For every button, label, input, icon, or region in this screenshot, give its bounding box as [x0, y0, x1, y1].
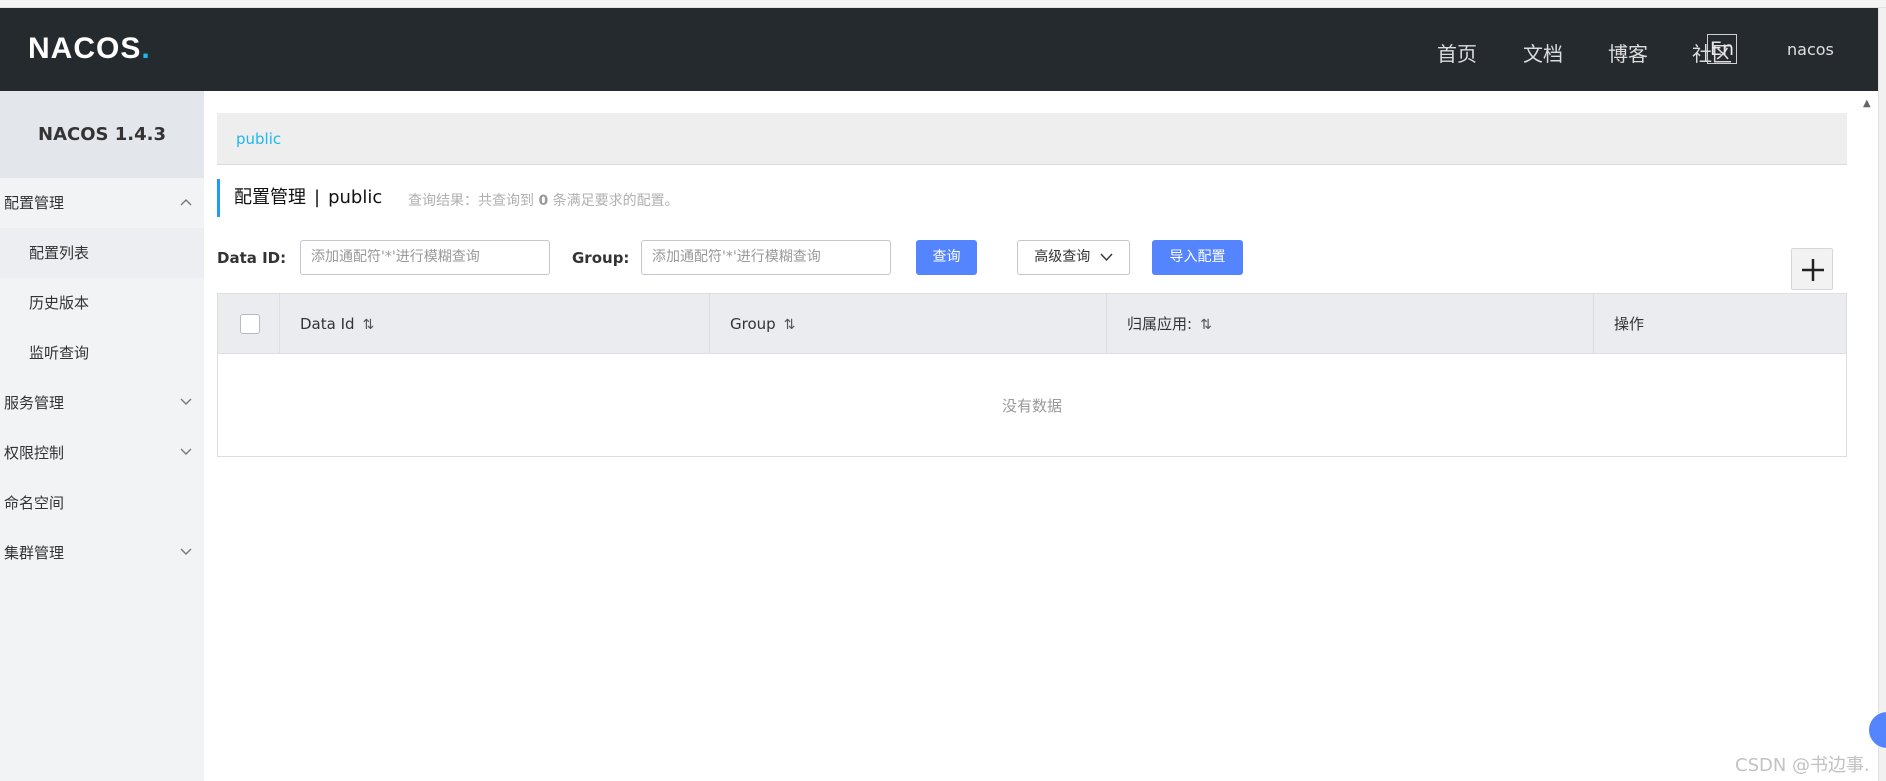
sort-icon[interactable]: ⇅ [363, 317, 375, 333]
language-toggle[interactable]: En [1707, 34, 1737, 64]
nacos-logo[interactable]: NACOS. [28, 32, 151, 66]
advanced-query-button[interactable]: 高级查询 [1017, 240, 1130, 275]
chevron-down-icon [180, 548, 192, 555]
menu-group-label: 集群管理 [4, 544, 65, 562]
menu-namespace[interactable]: 命名空间 [0, 478, 204, 528]
column-label: Group [730, 315, 776, 333]
filter-row: Data ID: 添加通配符'*'进行模糊查询 Group: 添加通配符'*'进… [217, 239, 1847, 279]
chevron-down-icon [180, 398, 192, 405]
chevron-down-icon [180, 448, 192, 455]
sidebar-item-config-list[interactable]: 配置列表 [0, 228, 204, 278]
column-label: 操作 [1614, 315, 1645, 333]
menu-permission-control[interactable]: 权限控制 [0, 428, 204, 478]
sidebar-title: NACOS 1.4.3 [0, 91, 204, 178]
title-separator: | [314, 187, 321, 208]
page-title-text: 配置管理 [234, 187, 306, 208]
nav-home[interactable]: 首页 [1437, 38, 1477, 67]
sort-icon[interactable]: ⇅ [784, 317, 796, 333]
menu-cluster-management[interactable]: 集群管理 [0, 528, 204, 578]
plus-icon [1802, 259, 1824, 281]
nav-blog[interactable]: 博客 [1608, 38, 1648, 67]
page-title: 配置管理 | public 查询结果：共查询到 0 条满足要求的配置。 [217, 179, 1617, 217]
browser-top-strip [0, 0, 1886, 8]
sidebar-item-history[interactable]: 历史版本 [0, 278, 204, 328]
page-scrollbar[interactable] [1878, 8, 1886, 781]
column-actions: 操作 [1594, 294, 1846, 354]
data-id-input[interactable]: 添加通配符'*'进行模糊查询 [300, 240, 550, 275]
namespace-tab-public[interactable]: public [236, 130, 281, 148]
query-result-text: 查询结果：共查询到 0 条满足要求的配置。 [408, 193, 679, 209]
advanced-query-label: 高级查询 [1034, 249, 1091, 265]
select-all-cell [218, 294, 280, 354]
nav-docs[interactable]: 文档 [1523, 38, 1563, 67]
column-data-id[interactable]: Data Id ⇅ [280, 294, 710, 354]
menu-config-management[interactable]: 配置管理 [0, 178, 204, 228]
config-table: Data Id ⇅ Group ⇅ 归属应用: ⇅ 操作 没有数据 [217, 293, 1847, 457]
select-all-checkbox[interactable] [240, 314, 260, 334]
main-content: public 配置管理 | public 查询结果：共查询到 0 条满足要求的配置。… [204, 91, 1878, 781]
group-label: Group: [572, 249, 630, 267]
add-config-button[interactable] [1791, 248, 1833, 290]
menu-service-management[interactable]: 服务管理 [0, 378, 204, 428]
user-name[interactable]: nacos [1787, 40, 1834, 59]
data-id-label: Data ID: [217, 249, 287, 267]
import-config-button[interactable]: 导入配置 [1152, 240, 1243, 275]
chevron-up-icon [180, 199, 192, 206]
top-header: NACOS. 首页 文档 博客 社区 En nacos [0, 8, 1878, 91]
query-button[interactable]: 查询 [916, 240, 977, 275]
column-label: 归属应用: [1127, 315, 1193, 333]
empty-state: 没有数据 [1001, 397, 1062, 415]
menu-group-label: 权限控制 [4, 444, 65, 462]
chevron-down-icon [1100, 253, 1113, 261]
column-label: Data Id [300, 315, 355, 333]
column-group[interactable]: Group ⇅ [710, 294, 1107, 354]
sort-icon[interactable]: ⇅ [1200, 317, 1212, 333]
menu-group-label: 服务管理 [4, 394, 65, 412]
sidebar-item-listener-query[interactable]: 监听查询 [0, 328, 204, 378]
menu-group-label: 命名空间 [4, 494, 65, 512]
watermark: CSDN @书边事. [1735, 755, 1870, 776]
table-header: Data Id ⇅ Group ⇅ 归属应用: ⇅ 操作 [218, 294, 1846, 354]
scroll-up-arrow-icon[interactable]: ▲ [1863, 98, 1871, 109]
title-namespace: public [328, 187, 383, 208]
namespace-bar: public [217, 113, 1847, 165]
sidebar: NACOS 1.4.3 配置管理 配置列表 历史版本 监听查询 服务管理 权限控… [0, 91, 204, 781]
column-app[interactable]: 归属应用: ⇅ [1107, 294, 1594, 354]
group-input[interactable]: 添加通配符'*'进行模糊查询 [641, 240, 891, 275]
menu-group-label: 配置管理 [4, 194, 65, 212]
